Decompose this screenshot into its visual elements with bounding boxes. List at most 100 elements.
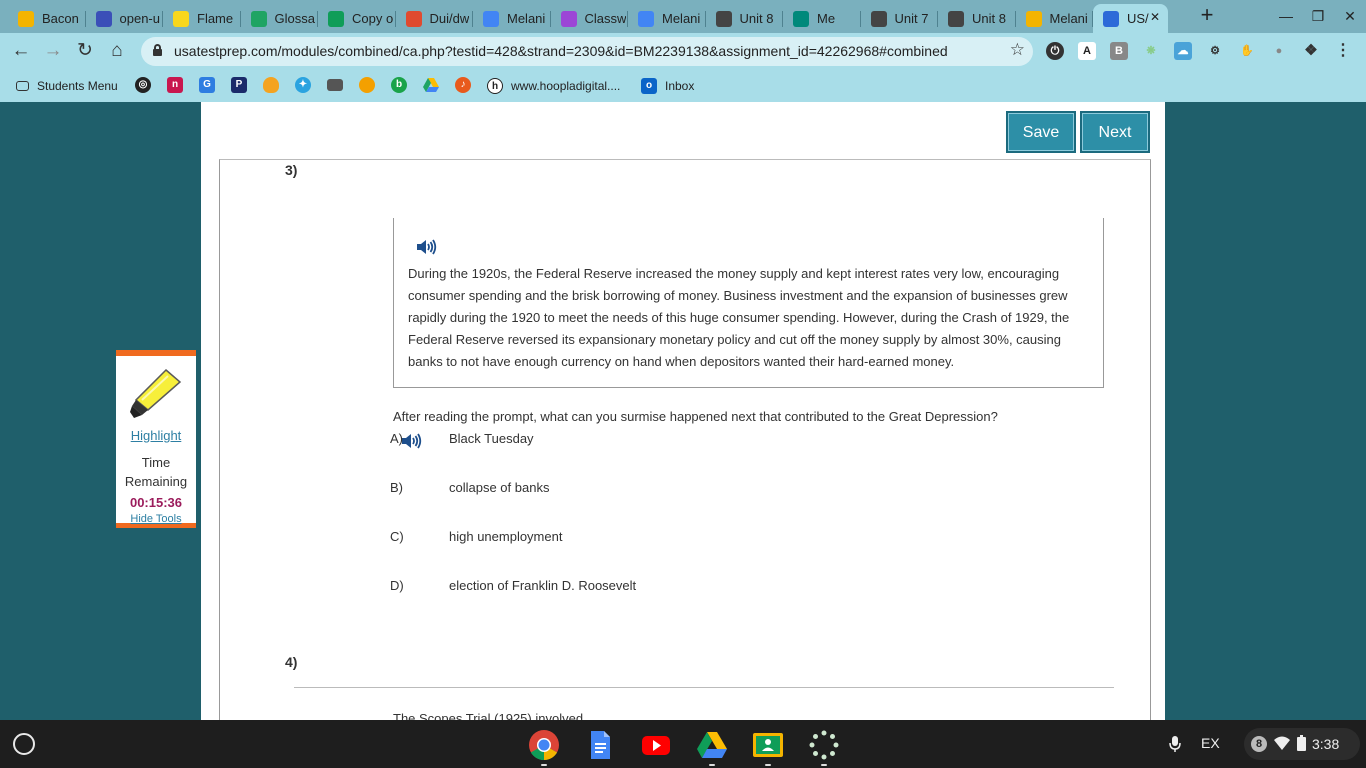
- bookmarks-bar: Students Menu ◎ n G P ✦ b ♪ h www.hoopla…: [0, 70, 1366, 102]
- browser-tab[interactable]: Bacon: [8, 4, 86, 33]
- launcher-icon[interactable]: [13, 733, 35, 755]
- bookmark-inbox[interactable]: o Inbox: [641, 77, 694, 95]
- time-label-line-1: Time: [141, 455, 171, 470]
- folder-icon: [16, 81, 29, 91]
- extension-cloud-icon[interactable]: ☁: [1174, 42, 1192, 60]
- loading-app-icon[interactable]: [808, 729, 840, 761]
- running-indicator: [765, 764, 771, 766]
- bookmark-students-menu[interactable]: Students Menu: [16, 77, 118, 95]
- tab-title: Copy o: [352, 11, 394, 26]
- classroom-icon: [560, 10, 577, 27]
- next-button[interactable]: Next: [1080, 111, 1150, 153]
- highlighter-icon[interactable]: [128, 366, 184, 422]
- tab-title: Me: [817, 11, 836, 26]
- browser-toolbar: ← → ↻ ⌂ usatestprep.com/modules/combined…: [0, 33, 1366, 70]
- drive-app-icon[interactable]: [696, 729, 728, 761]
- docs-icon: [483, 10, 499, 27]
- tab-title: Unit 8: [972, 11, 1006, 26]
- browser-tab[interactable]: US/✕: [1093, 4, 1168, 33]
- close-tab-icon[interactable]: ✕: [1150, 10, 1160, 24]
- choice-text: high unemployment: [449, 529, 563, 544]
- highlight-link[interactable]: Highlight: [116, 428, 196, 443]
- browser-tab[interactable]: Glossa: [241, 4, 318, 33]
- reload-icon[interactable]: ↻: [73, 39, 97, 63]
- docs-icon: [638, 10, 654, 27]
- bookmark-star-icon[interactable]: ☆: [1010, 40, 1025, 60]
- extension-spy-icon[interactable]: ⚙: [1206, 42, 1224, 60]
- globe-icon[interactable]: ◎: [135, 77, 151, 93]
- tab-title: Unit 7: [894, 11, 929, 26]
- power-extension-icon[interactable]: ⏻: [1046, 42, 1064, 60]
- tab-title: Flame: [197, 11, 234, 26]
- music-bookmark-icon[interactable]: ♪: [455, 77, 471, 93]
- browser-tab[interactable]: Melani: [628, 4, 706, 33]
- url-text[interactable]: usatestprep.com/modules/combined/ca.php?…: [174, 43, 948, 59]
- browser-tab[interactable]: Copy o: [318, 4, 396, 33]
- extensions-puzzle-icon[interactable]: ❖: [1302, 42, 1320, 60]
- youtube-app-icon[interactable]: [640, 729, 672, 761]
- classroom-app-icon[interactable]: [752, 729, 784, 761]
- docs-app-icon[interactable]: [584, 729, 616, 761]
- browser-tab[interactable]: Unit 7: [861, 4, 938, 33]
- assignment-icon: [948, 10, 964, 27]
- time-remaining-label: Time Remaining: [116, 453, 196, 491]
- choice-letter: B): [390, 480, 403, 495]
- minimize-icon[interactable]: —: [1276, 6, 1296, 26]
- extension-monkey-icon[interactable]: ●: [1270, 42, 1288, 60]
- tab-title: Classw: [584, 11, 627, 26]
- kami-icon: [95, 10, 112, 27]
- browser-tab[interactable]: Me: [783, 4, 861, 33]
- page-viewport: Save Next 3) During the 1920s, the Feder…: [0, 102, 1366, 720]
- close-window-icon[interactable]: ✕: [1340, 6, 1360, 26]
- compass-bookmark-icon[interactable]: ✦: [295, 77, 311, 93]
- extension-b-icon[interactable]: B: [1110, 42, 1128, 60]
- browser-tab[interactable]: Unit 8: [706, 4, 783, 33]
- bookmark-hoopla[interactable]: h www.hoopladigital....: [487, 77, 620, 95]
- hide-tools-link[interactable]: Hide Tools: [116, 513, 196, 525]
- tab-title: Melani: [507, 11, 546, 26]
- save-button[interactable]: Save: [1006, 111, 1076, 153]
- lock-icon[interactable]: [153, 44, 162, 56]
- time-label-line-2: Remaining: [124, 474, 188, 489]
- browser-tab[interactable]: Melani: [1016, 4, 1093, 33]
- browser-tab[interactable]: Classw: [551, 4, 628, 33]
- microphone-icon[interactable]: [1168, 735, 1182, 753]
- wifi-icon: [1274, 736, 1290, 750]
- b-bookmark-icon[interactable]: b: [391, 77, 407, 93]
- notification-count[interactable]: 8: [1251, 736, 1267, 752]
- back-icon[interactable]: ←: [9, 39, 33, 63]
- browser-tab[interactable]: Unit 8: [938, 4, 1016, 33]
- audio-speaker-icon[interactable]: [415, 238, 437, 256]
- forward-icon[interactable]: →: [41, 39, 65, 63]
- battery-icon: [1297, 735, 1306, 751]
- tab-title: Melani: [1049, 11, 1088, 26]
- bookmark-label: Inbox: [665, 79, 695, 93]
- cursor-icon: [1103, 10, 1119, 27]
- browser-tab[interactable]: Flame: [163, 4, 241, 33]
- menu-icon[interactable]: ⋮: [1334, 42, 1352, 60]
- g-bookmark-icon[interactable]: G: [199, 77, 215, 93]
- new-tab-icon[interactable]: +: [1196, 4, 1218, 27]
- input-method-label[interactable]: EX: [1201, 735, 1220, 751]
- status-tray[interactable]: EX 8 3:38: [1136, 720, 1366, 768]
- p-bookmark-icon[interactable]: P: [231, 77, 247, 93]
- extension-hand-icon[interactable]: ✋: [1238, 42, 1256, 60]
- chrome-app-icon[interactable]: [528, 729, 560, 761]
- restore-icon[interactable]: ❐: [1308, 6, 1328, 26]
- home-icon[interactable]: ⌂: [105, 39, 129, 63]
- extension-a-icon[interactable]: A: [1078, 42, 1096, 60]
- browser-tab[interactable]: open-u: [86, 4, 163, 33]
- browser-tab[interactable]: Melani: [473, 4, 551, 33]
- fruit-bookmark-icon[interactable]: [263, 77, 279, 93]
- browser-tab[interactable]: Dui/dw: [396, 4, 473, 33]
- passage-box: During the 1920s, the Federal Reserve in…: [393, 218, 1104, 388]
- orange-bookmark-icon[interactable]: [359, 77, 375, 93]
- folder-bookmark-icon[interactable]: [327, 79, 343, 91]
- n-bookmark-icon[interactable]: n: [167, 77, 183, 93]
- drive-bookmark-icon[interactable]: [423, 77, 439, 93]
- address-bar[interactable]: usatestprep.com/modules/combined/ca.php?…: [141, 37, 1033, 66]
- test-content-area: Save Next 3) During the 1920s, the Feder…: [201, 102, 1165, 720]
- extension-spinner-icon[interactable]: ❋: [1142, 42, 1160, 60]
- question-number: 4): [285, 654, 298, 670]
- clock[interactable]: 3:38: [1312, 736, 1339, 752]
